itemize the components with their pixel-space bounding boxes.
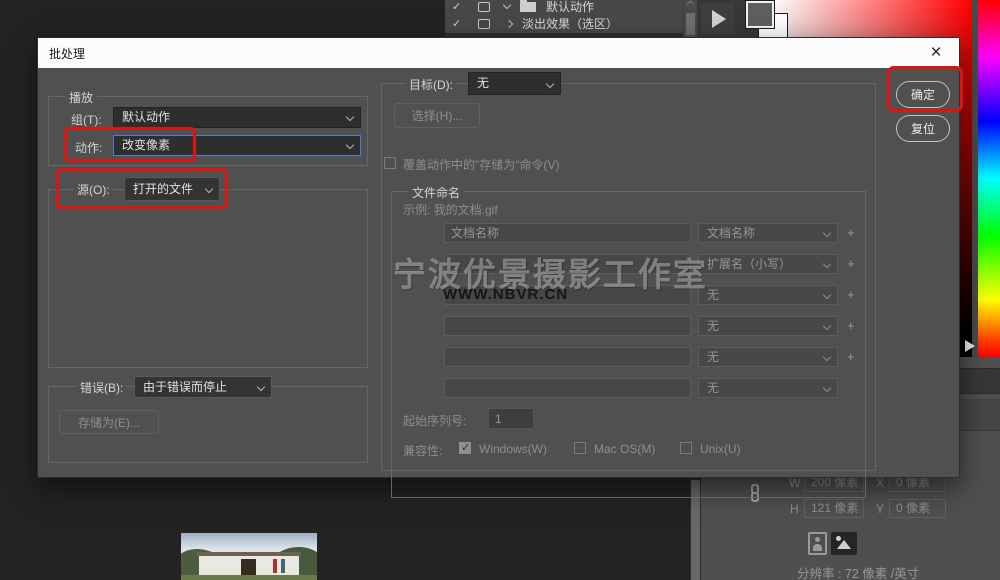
y-label: Y [876, 502, 884, 516]
modal-dialog-toggle-icon[interactable] [478, 2, 490, 12]
naming-field-1 [444, 223, 691, 243]
action-item-label[interactable]: 淡出效果（选区） [522, 15, 618, 32]
naming-dropdown-2: 扩展名（小写） [698, 254, 838, 274]
naming-dropdown-4: 无 [698, 316, 838, 336]
chevron-down-icon [546, 80, 554, 88]
actions-panel: ✓ 默认动作 ✓ 淡出效果（选区） [445, 0, 683, 37]
annotation-box-action [64, 127, 196, 162]
choose-button: 选择(H)... [394, 103, 480, 128]
chevron-down-icon [257, 383, 265, 391]
naming-field-4 [444, 316, 691, 336]
error-label: 错误(B): [77, 379, 126, 396]
actions-scrollbar[interactable] [683, 0, 697, 37]
unix-label: Unix(U) [700, 442, 741, 456]
macos-label: Mac OS(M) [594, 442, 655, 456]
landscape-orientation-button [831, 532, 857, 555]
file-naming-title: 文件命名 [408, 184, 464, 201]
windows-checkbox [459, 442, 471, 454]
play-icon [712, 10, 726, 28]
action-set-label[interactable]: 默认动作 [546, 0, 594, 15]
play-group-title: 播放 [65, 89, 97, 106]
chevron-down-icon [823, 229, 831, 237]
actions-row-fade-effect[interactable]: ✓ 淡出效果（选区） [445, 15, 683, 32]
naming-dropdown-3: 无 [698, 285, 838, 305]
serial-number-label: 起始序列号: [403, 412, 466, 429]
check-icon[interactable]: ✓ [452, 17, 466, 30]
reset-button[interactable]: 复位 [896, 115, 950, 142]
height-field: 121 像素 [804, 499, 864, 518]
chevron-down-icon [823, 353, 831, 361]
x-label: X [876, 476, 884, 490]
check-icon[interactable]: ✓ [452, 0, 466, 13]
y-field: 0 像素 [889, 499, 946, 518]
chevron-down-icon[interactable] [503, 1, 511, 9]
resolution-text: 分辨率 : 72 像素 /英寸 [797, 563, 919, 580]
compatibility-label: 兼容性: [403, 442, 442, 459]
watermark-url: WWW.NBVR.CN [443, 286, 568, 303]
override-save-as-label: 覆盖动作中的"存储为"命令(V) [403, 156, 560, 173]
modal-dialog-toggle-icon[interactable] [478, 19, 490, 29]
chevron-down-icon [346, 141, 354, 149]
chevron-down-icon [823, 322, 831, 330]
annotation-box-source [56, 168, 228, 209]
portrait-orientation-button [808, 532, 827, 555]
plus-icon: + [847, 287, 855, 302]
naming-field-5 [444, 347, 691, 367]
height-label: H [790, 502, 799, 516]
play-action-button[interactable] [701, 3, 734, 34]
set-label: 组(T): [71, 111, 102, 128]
photoshop-screen: ✓ 默认动作 ✓ 淡出效果（选区） W 200 像素 X [0, 0, 1000, 580]
naming-dropdown-6: 无 [698, 378, 838, 398]
set-dropdown[interactable]: 默认动作 [113, 107, 361, 128]
naming-dropdown-1: 文档名称 [698, 223, 838, 243]
chevron-right-icon[interactable] [505, 19, 513, 27]
naming-example: 示例: 我的文档.gif [403, 201, 498, 218]
chevron-down-icon [823, 260, 831, 268]
foreground-color-swatch[interactable] [746, 1, 774, 28]
unix-checkbox [680, 442, 692, 454]
macos-checkbox [574, 442, 586, 454]
folder-icon [520, 2, 536, 12]
chevron-down-icon [823, 291, 831, 299]
error-dropdown[interactable]: 由于错误而停止 [134, 376, 272, 398]
windows-label: Windows(W) [479, 442, 547, 456]
dialog-title: 批处理 [49, 45, 85, 62]
plus-icon: + [847, 256, 855, 271]
chevron-down-icon [346, 113, 354, 121]
plus-icon: + [847, 349, 855, 364]
scroll-up-icon[interactable] [687, 1, 695, 9]
destination-label: 目标(D): [406, 76, 456, 93]
close-icon[interactable]: × [921, 38, 951, 68]
destination-dropdown[interactable]: 无 [468, 72, 561, 95]
chevron-down-icon [823, 384, 831, 392]
hue-slider[interactable] [978, 0, 1000, 357]
serial-number-field [488, 408, 534, 429]
hue-slider-pointer[interactable] [965, 340, 975, 352]
naming-dropdown-5: 无 [698, 347, 838, 367]
plus-icon: + [847, 318, 855, 333]
plus-icon: + [847, 225, 855, 240]
annotation-box-ok [887, 66, 963, 112]
naming-field-6 [444, 378, 691, 398]
canvas-image [181, 533, 317, 580]
save-as-button: 存储为(E)... [59, 410, 159, 434]
scrollbar-thumb[interactable] [686, 13, 695, 35]
dialog-titlebar[interactable]: 批处理 × [38, 38, 959, 68]
override-save-as-checkbox [384, 157, 396, 169]
source-group [48, 189, 368, 368]
actions-row-default-set[interactable]: ✓ 默认动作 [445, 0, 683, 15]
